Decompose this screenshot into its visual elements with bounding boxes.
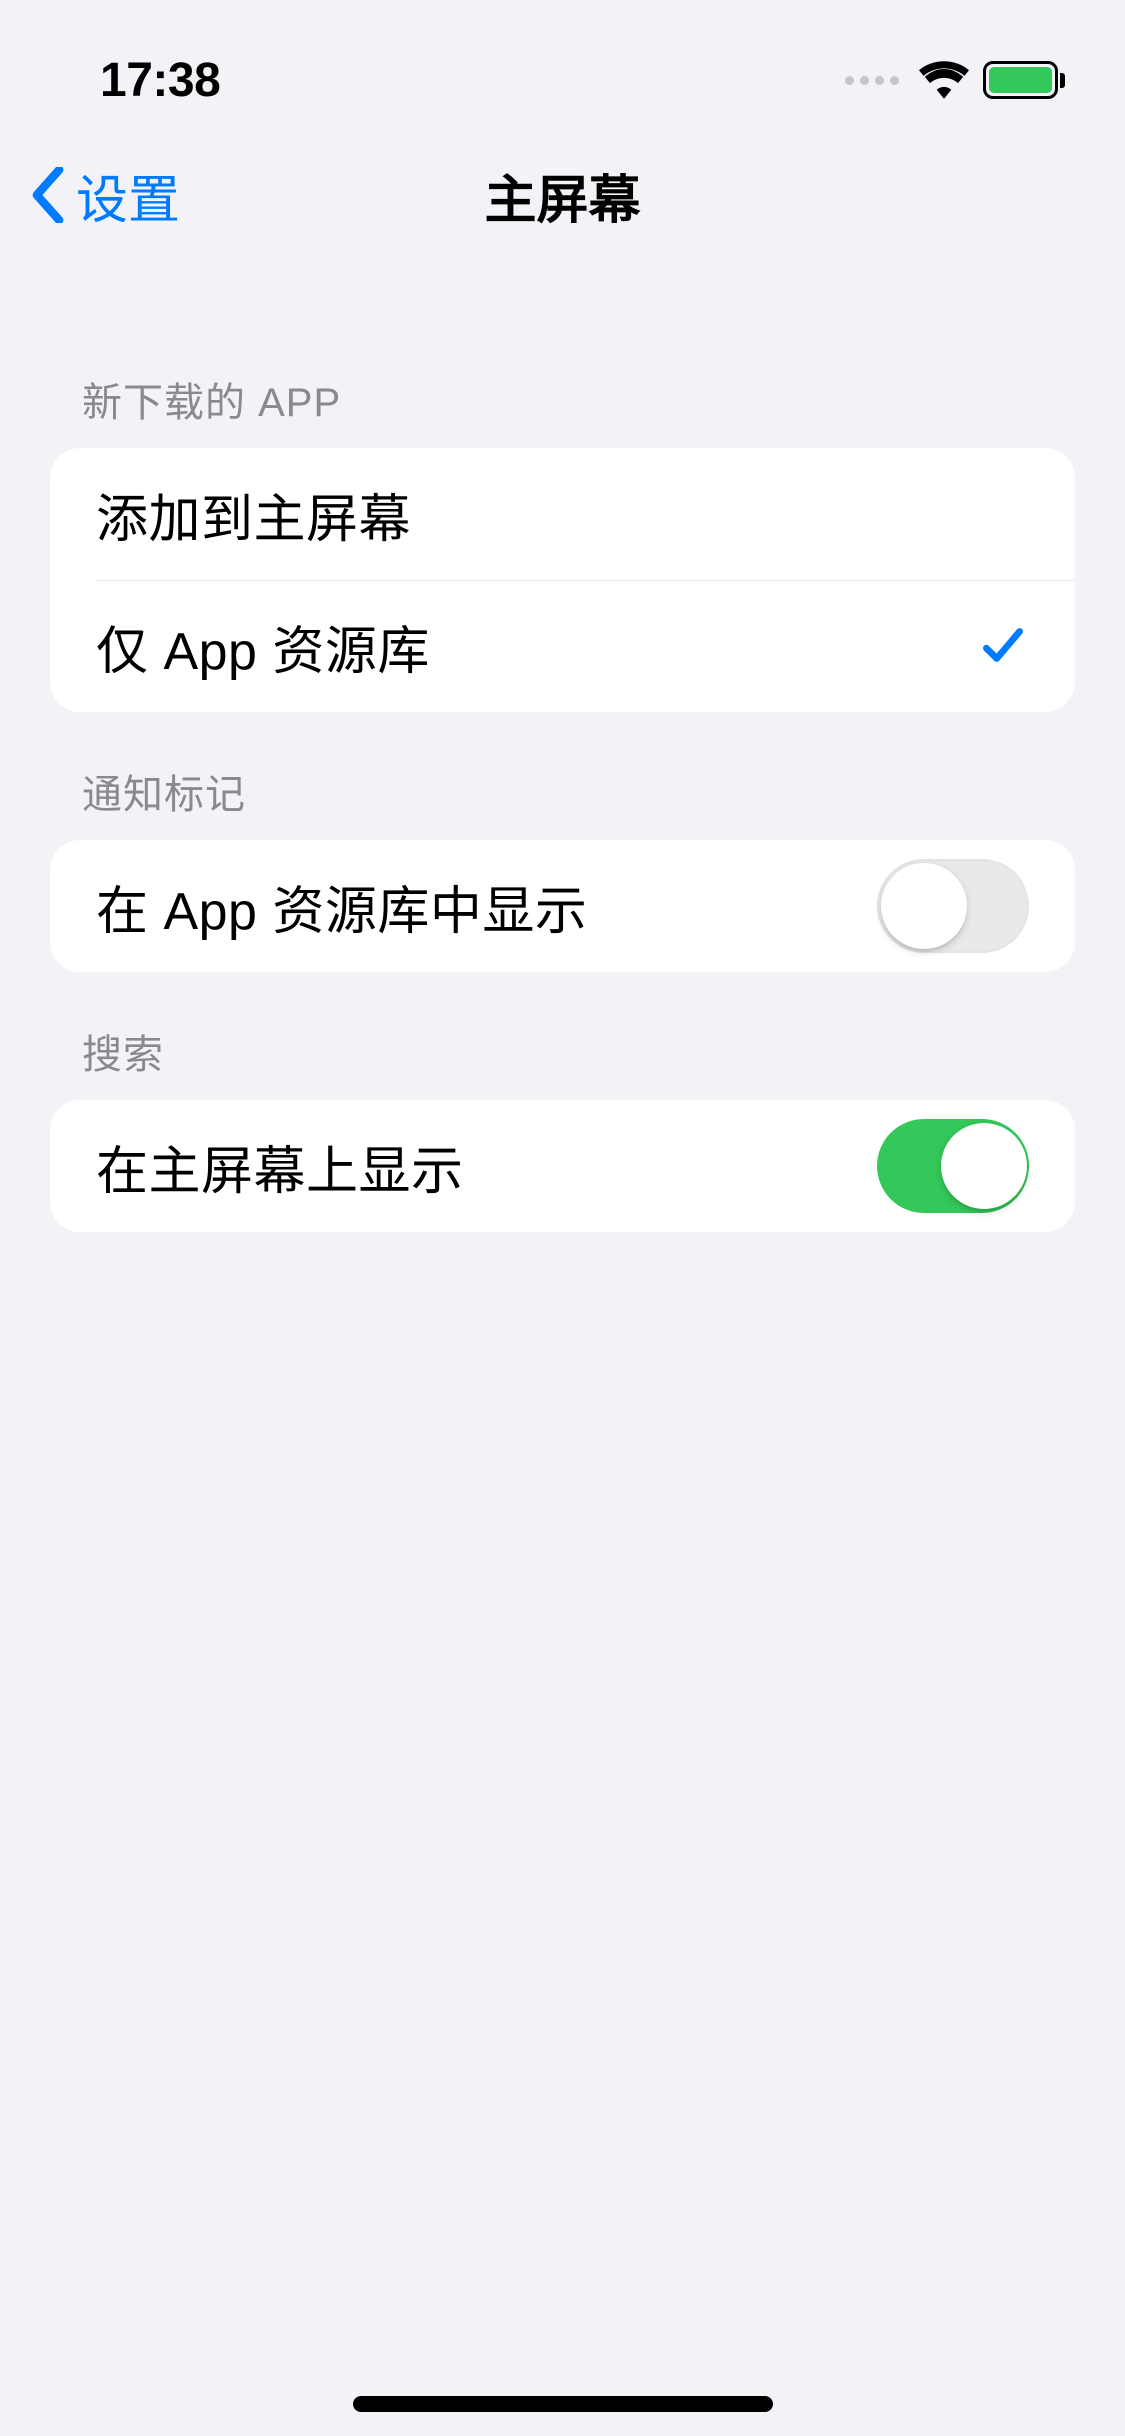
group-notification-badges: 在 App 资源库中显示 (50, 840, 1075, 972)
row-label: 在主屏幕上显示 (96, 1129, 464, 1204)
battery-icon (983, 61, 1065, 99)
group-new-apps: 添加到主屏幕 仅 App 资源库 (50, 448, 1075, 712)
status-time: 17:38 (100, 53, 220, 108)
toggle-show-on-home-screen[interactable] (877, 1119, 1029, 1213)
wifi-icon (919, 61, 969, 99)
back-button[interactable]: 设置 (30, 158, 180, 233)
checkmark-icon (977, 621, 1029, 671)
section-header-new-apps: 新下载的 APP (50, 260, 1075, 448)
page-title: 主屏幕 (484, 158, 640, 233)
chevron-left-icon (30, 167, 66, 223)
toggle-show-in-app-library[interactable] (877, 859, 1029, 953)
status-bar: 17:38 (0, 0, 1125, 130)
home-indicator[interactable] (353, 2396, 773, 2412)
group-search: 在主屏幕上显示 (50, 1100, 1075, 1232)
section-header-notification-badges: 通知标记 (50, 712, 1075, 840)
navigation-bar: 设置 主屏幕 (0, 130, 1125, 260)
row-show-on-home-screen: 在主屏幕上显示 (50, 1100, 1075, 1232)
option-add-to-home-screen[interactable]: 添加到主屏幕 (50, 448, 1075, 580)
row-show-in-app-library: 在 App 资源库中显示 (50, 840, 1075, 972)
row-label: 在 App 资源库中显示 (96, 869, 587, 944)
status-indicators (845, 61, 1065, 99)
option-label: 仅 App 资源库 (96, 609, 430, 684)
back-label: 设置 (76, 158, 180, 233)
signal-dots-icon (845, 76, 899, 85)
option-label: 添加到主屏幕 (96, 477, 411, 552)
section-header-search: 搜索 (50, 972, 1075, 1100)
option-app-library-only[interactable]: 仅 App 资源库 (50, 580, 1075, 712)
